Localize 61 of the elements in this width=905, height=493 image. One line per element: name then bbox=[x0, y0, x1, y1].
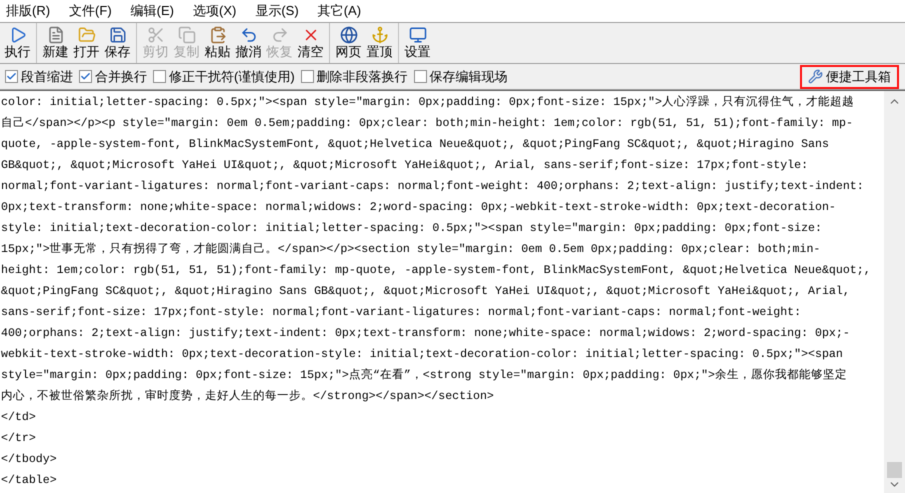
toolbar-button[interactable]: 保存 bbox=[102, 23, 133, 63]
code-line: 400;orphans: 2;text-align: justify;text-indent: 0px;text-transform: none;white-space: normal;widows: 2;word-spacing: 0px;- bbox=[1, 326, 850, 342]
menu-item[interactable]: 排版(R) bbox=[1, 1, 56, 21]
clipboard-icon bbox=[208, 26, 226, 44]
checkbox-label: 段首缩进 bbox=[21, 68, 73, 86]
code-line: color: initial;letter-spacing: 0.5px;"><span style="margin: 0px;padding: 0px;font-size: 15px;">人心浮躁，只有沉得住气，才能超越 bbox=[1, 94, 854, 111]
code-line: height: 1em;color: rgb(51, 51, 51);font-family: mp-quote, -apple-system-font, BlinkMacSystemFont, &quot;Helvetica Neue&quot;, bbox=[1, 263, 871, 279]
redo-icon bbox=[270, 26, 288, 44]
code-line: normal;font-variant-ligatures: normal;font-variant-caps: normal;font-weight: 400;orphans: 2;text-align: justify;text-indent: bbox=[1, 179, 864, 195]
toolbar-button[interactable]: 置顶 bbox=[364, 23, 395, 63]
folder-icon bbox=[78, 26, 96, 44]
code-line: </tbody> bbox=[1, 452, 57, 468]
checkbox-label: 保存编辑现场 bbox=[430, 68, 508, 86]
document-icon bbox=[46, 26, 64, 44]
checkbox[interactable] bbox=[414, 70, 427, 83]
globe-icon bbox=[340, 26, 358, 44]
scrollbar[interactable] bbox=[884, 91, 905, 493]
scissors-icon bbox=[146, 26, 164, 44]
menu-item[interactable]: 选项(X) bbox=[188, 1, 242, 21]
code-line: quote, -apple-system-font, BlinkMacSystemFont, &quot;Helvetica Neue&quot;, &quot;PingFang SC&quot;, &quot;Hiragino Sans bbox=[1, 137, 829, 153]
checkbox-label: 修正干扰符(谨慎使用) bbox=[169, 68, 295, 86]
code-line: </table> bbox=[1, 473, 57, 489]
toolbar-button[interactable]: 网页 bbox=[333, 23, 364, 63]
checkbox[interactable] bbox=[5, 70, 18, 83]
toolbox-button[interactable]: 便捷工具箱 bbox=[800, 64, 899, 88]
code-line: 15px;">世事无常，只有拐得了弯，才能圆满自己。</span></p><section style="margin: 0em 0.5em 0px;padding: 0px;clear: both;min- bbox=[1, 241, 820, 258]
toolbar-button[interactable]: 清空 bbox=[295, 23, 326, 63]
code-line: 自己</span></p><p style="margin: 0em 0.5em;padding: 0px;clear: both;min-height: 1em;color: rgb(51, 51, 51);font-family: mp- bbox=[1, 116, 853, 132]
code-line: webkit-text-stroke-width: 0px;text-decoration-style: initial;text-decoration-color: initial;letter-spacing: 0.5px;"><span bbox=[1, 347, 843, 363]
checkbox[interactable] bbox=[300, 70, 314, 83]
checkbox-label: 删除非段落换行 bbox=[316, 68, 408, 86]
toolbar-button[interactable]: 撤消 bbox=[233, 23, 264, 63]
code-line: GB&quot;, &quot;Microsoft YaHei UI&quot;, &quot;Microsoft YaHei&quot;, Arial, sans-serif;font-size: 17px;font-style: bbox=[1, 158, 808, 174]
code-line: &quot;PingFang SC&quot;, &quot;Hiragino Sans GB&quot;, &quot;Microsoft YaHei UI&quot;, &quot;Microsoft YaHei&quot;, Arial, bbox=[1, 284, 850, 300]
menu-item[interactable]: 编辑(E) bbox=[126, 1, 179, 21]
menu-item[interactable]: 文件(F) bbox=[64, 1, 117, 21]
code-line: 0px;text-transform: none;white-space: normal;widows: 2;word-spacing: 0px;-webkit-text-stroke-width: 0px;text-decoration- bbox=[1, 200, 836, 216]
scroll-thumb[interactable] bbox=[887, 462, 902, 478]
wrench-icon bbox=[808, 69, 823, 84]
toolbar-button[interactable]: 新建 bbox=[40, 23, 71, 63]
toolbar-button[interactable]: 执行 bbox=[2, 23, 33, 63]
code-line: </tr> bbox=[1, 431, 36, 447]
checkbox-label: 合并换行 bbox=[95, 68, 147, 86]
menu-item[interactable]: 其它(A) bbox=[312, 1, 366, 21]
toolbar-button[interactable]: 粘贴 bbox=[202, 23, 233, 63]
code-line: sans-serif;font-size: 17px;font-style: normal;font-variant-ligatures: normal;font-variant-caps: normal;font-weight: bbox=[1, 305, 802, 321]
code-line: </td> bbox=[1, 410, 36, 426]
check-icon bbox=[6, 71, 17, 82]
monitor-icon bbox=[408, 26, 426, 44]
toolbar-button[interactable]: 打开 bbox=[71, 23, 102, 63]
checkbox[interactable] bbox=[79, 70, 92, 83]
check-icon bbox=[80, 71, 91, 82]
anchor-icon bbox=[370, 26, 388, 44]
undo-icon bbox=[240, 26, 258, 44]
checkbox[interactable] bbox=[153, 70, 166, 83]
code-line: style: initial;text-decoration-color: initial;letter-spacing: 0.5px;"><span style="margin: 0px;padding: 0px;font-size: bbox=[1, 221, 822, 237]
menu-item[interactable]: 显示(S) bbox=[250, 1, 304, 21]
code-line: style="margin: 0px;padding: 0px;font-size: 15px;">点亮“在看”，<strong style="margin: 0px;padding: 0px;">余生，愿你我都能够坚定 bbox=[1, 367, 847, 384]
code-line: 内心，不被世俗繁杂所扰，审时度势，走好人生的每一步。</strong></span></section> bbox=[1, 388, 494, 405]
toolbar-button[interactable]: 设置 bbox=[402, 23, 433, 63]
copy-icon bbox=[178, 26, 196, 44]
